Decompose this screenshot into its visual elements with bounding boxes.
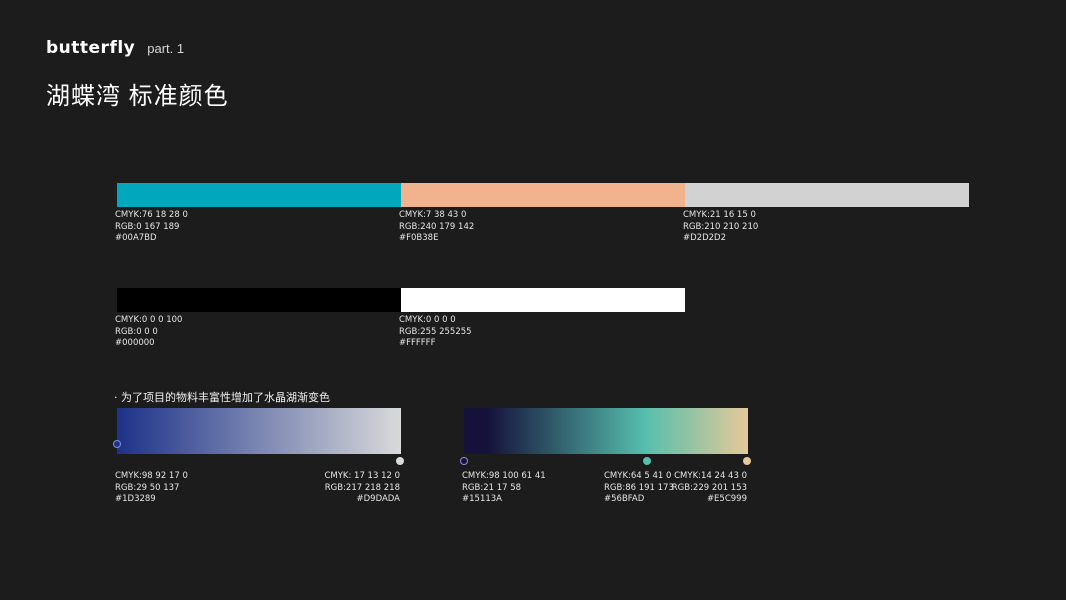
brand-header: butterfly part. 1 — [46, 38, 184, 58]
hex-value: #D9DADA — [356, 494, 401, 504]
cmyk-value: CMYK:76 18 28 0 — [115, 210, 188, 220]
hex-value: #FFFFFF — [399, 338, 436, 348]
rgb-value: RGB:0 0 0 — [115, 326, 158, 337]
cmyk-value: CMYK:98 92 17 0 — [115, 471, 188, 481]
page-title: 湖蝶湾 标准颜色 — [46, 83, 229, 110]
cmyk-value: CMYK: 17 13 12 0 — [324, 471, 400, 481]
gradient-blue-gray — [117, 408, 401, 454]
rgb-value: RGB:217 218 218 — [324, 482, 400, 493]
rgb-value: RGB:210 210 210 — [683, 221, 759, 232]
gradient-stop-marker — [113, 440, 121, 448]
cmyk-value: CMYK:7 38 43 0 — [399, 210, 467, 220]
gradient-1-start-info: CMYK:98 92 17 0 RGB:29 50 137 #1D3289 — [115, 471, 188, 506]
gradient-2-end-info: CMYK:14 24 43 0 RGB:229 201 153 #E5C999 — [672, 471, 747, 506]
gradient-stop-marker — [743, 457, 751, 465]
swatch-teal — [117, 183, 401, 207]
cmyk-value: CMYK:98 100 61 41 — [462, 471, 546, 481]
cmyk-value: CMYK:64 5 41 0 — [604, 471, 672, 481]
rgb-value: RGB:229 201 153 — [671, 482, 747, 493]
swatch-black — [117, 288, 401, 312]
swatch-peach — [401, 183, 685, 207]
gradient-2-start-info: CMYK:98 100 61 41 RGB:21 17 58 #15113A — [462, 471, 546, 506]
swatch-light-gray-info: CMYK:21 16 15 0 RGB:210 210 210 #D2D2D2 — [683, 210, 758, 245]
cmyk-value: CMYK:21 16 15 0 — [683, 210, 756, 220]
gradient-stop-marker — [460, 457, 468, 465]
swatch-teal-info: CMYK:76 18 28 0 RGB:0 167 189 #00A7BD — [115, 210, 188, 245]
hex-value: #1D3289 — [115, 494, 156, 504]
rgb-value: RGB:86 191 173 — [604, 482, 674, 493]
color-spec-page: butterfly part. 1 湖蝶湾 标准颜色 CMYK:76 18 28… — [0, 0, 1066, 600]
rgb-value: RGB:0 167 189 — [115, 221, 180, 232]
hex-value: #F0B38E — [399, 233, 439, 243]
gradient-stop-marker — [643, 457, 651, 465]
swatch-white — [401, 288, 685, 312]
butterfly-logo: butterfly — [46, 38, 136, 58]
hex-value: #00A7BD — [115, 233, 157, 243]
cmyk-value: CMYK:0 0 0 0 — [399, 315, 456, 325]
hex-value: #E5C999 — [706, 494, 747, 504]
part-label: part. 1 — [147, 41, 185, 56]
gradient-2-mid-info: CMYK:64 5 41 0 RGB:86 191 173 #56BFAD — [604, 471, 674, 506]
swatch-light-gray — [685, 183, 969, 207]
hex-value: #56BFAD — [604, 494, 645, 504]
swatch-black-info: CMYK:0 0 0 100 RGB:0 0 0 #000000 — [115, 315, 182, 350]
cmyk-value: CMYK:0 0 0 100 — [115, 315, 183, 325]
rgb-value: RGB:240 179 142 — [399, 221, 475, 232]
rgb-value: RGB:29 50 137 — [115, 482, 180, 493]
hex-value: #15113A — [462, 494, 502, 504]
swatch-white-info: CMYK:0 0 0 0 RGB:255 255255 #FFFFFF — [399, 315, 472, 350]
rgb-value: RGB:255 255255 — [399, 326, 472, 337]
cmyk-value: CMYK:14 24 43 0 — [674, 471, 747, 481]
swatch-peach-info: CMYK:7 38 43 0 RGB:240 179 142 #F0B38E — [399, 210, 474, 245]
gradient-1-end-info: CMYK: 17 13 12 0 RGB:217 218 218 #D9DADA — [324, 471, 400, 506]
gradient-crystal-lake — [464, 408, 748, 454]
gradient-note: · 为了项目的物料丰富性增加了水晶湖渐变色 — [114, 391, 330, 404]
hex-value: #000000 — [115, 338, 155, 348]
rgb-value: RGB:21 17 58 — [462, 482, 522, 493]
hex-value: #D2D2D2 — [683, 233, 726, 243]
gradient-stop-marker — [396, 457, 404, 465]
